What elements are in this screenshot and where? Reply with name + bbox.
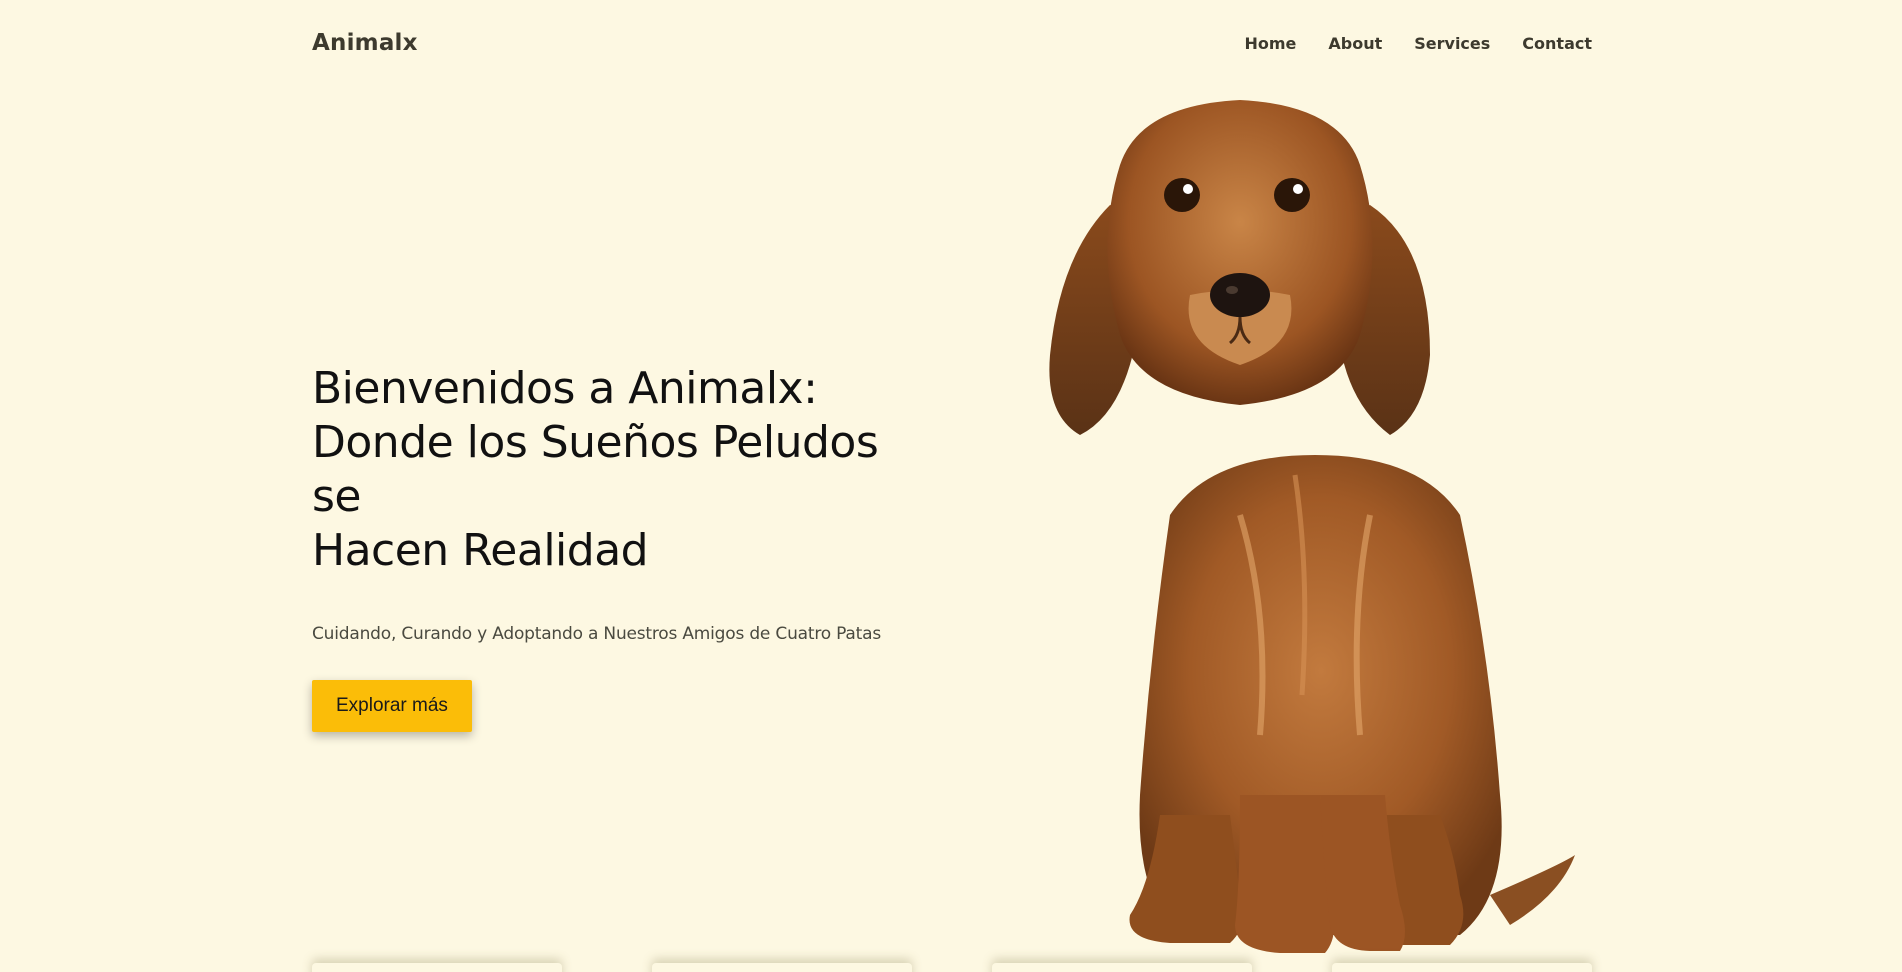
landing-page: Animalx Home About Services Contact Bien… xyxy=(0,0,1902,972)
nav-link-home[interactable]: Home xyxy=(1244,34,1296,53)
nav-links: Home About Services Contact xyxy=(1244,34,1592,53)
hero-title-line-3: Hacen Realidad xyxy=(312,525,649,576)
navbar: Animalx Home About Services Contact xyxy=(312,0,1592,86)
hero-title: Bienvenidos a Animalx: Donde los Sueños … xyxy=(312,362,932,578)
nav-link-contact[interactable]: Contact xyxy=(1522,34,1592,53)
card-preview-1 xyxy=(312,963,562,972)
hero-section: Bienvenidos a Animalx: Donde los Sueños … xyxy=(312,362,932,732)
card-preview-2 xyxy=(652,963,912,972)
hero-title-line-2: Donde los Sueños Peludos se xyxy=(312,417,879,522)
explore-more-button[interactable]: Explorar más xyxy=(312,680,472,732)
dog-photo xyxy=(1049,100,1575,953)
card-preview-3 xyxy=(992,963,1252,972)
nav-link-services[interactable]: Services xyxy=(1414,34,1490,53)
nav-link-about[interactable]: About xyxy=(1328,34,1382,53)
card-preview-4 xyxy=(1332,963,1592,972)
hero-title-line-1: Bienvenidos a Animalx: xyxy=(312,363,818,414)
brand-logo[interactable]: Animalx xyxy=(312,30,418,56)
hero-subtitle: Cuidando, Curando y Adoptando a Nuestros… xyxy=(312,624,881,644)
